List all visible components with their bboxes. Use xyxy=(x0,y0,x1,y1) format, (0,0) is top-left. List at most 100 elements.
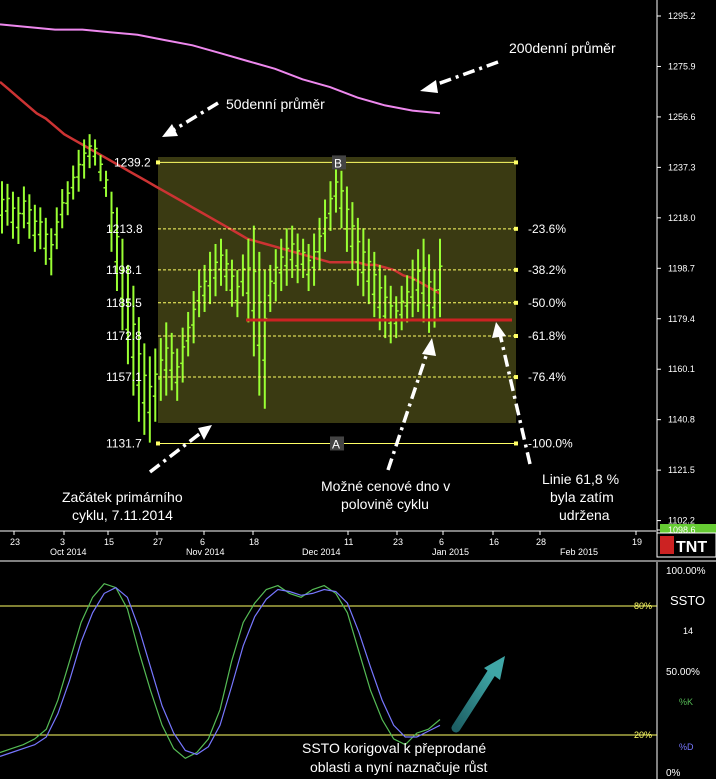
osc-tick-50: 50.00% xyxy=(666,667,700,678)
fib-handle xyxy=(514,226,518,231)
fib-handle xyxy=(156,441,160,446)
ssto-name: SSTO xyxy=(670,593,705,608)
fib-point-b: B xyxy=(334,156,342,170)
fib-level-price: 1185.5 xyxy=(106,296,142,310)
fib-handle xyxy=(156,160,160,165)
fib-handle xyxy=(514,441,518,446)
tnt-logo: TNT xyxy=(656,532,716,558)
x-tick-label: 11 xyxy=(344,537,353,547)
bottom-label-line1: Možné cenové dno v xyxy=(321,478,450,494)
price-bar xyxy=(76,149,82,192)
bottom-label-line2: polovině cyklu xyxy=(341,496,429,512)
x-month-label: Nov 2014 xyxy=(186,547,225,557)
fib-label-line2: byla zatím xyxy=(550,489,614,505)
price-bar xyxy=(70,165,76,200)
price-axis-label: 1198.7 xyxy=(668,263,695,273)
fib-handle xyxy=(514,267,518,272)
x-tick-label: 23 xyxy=(393,537,403,547)
price-bar xyxy=(15,196,21,244)
fib-handle xyxy=(514,375,518,380)
fib-level-pct: -100.0% xyxy=(528,436,573,450)
price-bar xyxy=(59,189,65,229)
x-tick-label: 15 xyxy=(104,537,114,547)
x-tick-label: 3 xyxy=(60,537,65,547)
x-month-label: Dec 2014 xyxy=(302,547,341,557)
price-bar xyxy=(114,207,120,292)
price-bar xyxy=(4,183,10,226)
fib-level-pct: -23.6% xyxy=(528,222,566,236)
price-axis-label: 1140.8 xyxy=(668,415,695,425)
osc-80-label: 80% xyxy=(634,601,652,611)
fib-handle xyxy=(514,300,518,305)
price-axis-label: 1256.6 xyxy=(668,112,696,122)
x-month-label: Feb 2015 xyxy=(560,547,598,557)
x-tick-label: 18 xyxy=(249,537,259,547)
ma200-line xyxy=(0,23,441,115)
price-bar xyxy=(26,194,32,239)
price-bar xyxy=(103,170,109,197)
fib-level-pct: -38.2% xyxy=(528,263,566,277)
ma200-label: 200denní průměr xyxy=(509,40,616,56)
price-axis-label: 1237.3 xyxy=(668,162,696,172)
price-bar xyxy=(125,264,131,365)
x-tick-label: 6 xyxy=(439,537,444,547)
x-tick-label: 19 xyxy=(632,537,642,547)
price-axis-label: 1121.5 xyxy=(668,465,695,475)
fib-handle xyxy=(514,160,518,165)
fib-level-pct: -61.8% xyxy=(528,329,566,343)
teal-up-arrow xyxy=(451,656,505,733)
x-tick-label: 28 xyxy=(536,537,546,547)
ssto-k-line xyxy=(0,583,441,760)
price-bar xyxy=(48,228,54,276)
price-bar xyxy=(43,217,49,265)
fib-top-price: 1239.2 xyxy=(114,155,151,169)
price-bar xyxy=(10,191,16,239)
fib-level-price: 1198.1 xyxy=(106,263,142,277)
fib-point-a: A xyxy=(332,437,340,451)
price-bar xyxy=(37,207,43,250)
fib-label-line1: Linie 61,8 % xyxy=(542,471,619,487)
price-bar xyxy=(0,181,5,234)
logo-text: TNT xyxy=(676,539,707,556)
arrow-ma50 xyxy=(162,101,219,137)
price-bar xyxy=(87,134,93,169)
x-tick-label: 16 xyxy=(489,537,499,547)
osc-20-label: 20% xyxy=(634,730,652,740)
price-axis-label: 1295.2 xyxy=(668,11,696,21)
price-bar xyxy=(65,181,71,216)
price-bar xyxy=(54,207,60,250)
fib-level-price: 1157.1 xyxy=(106,370,142,384)
x-tick-label: 23 xyxy=(10,537,20,547)
fib-level-pct: -76.4% xyxy=(528,370,566,384)
price-axis-label: 1160.1 xyxy=(668,364,695,374)
ssto-k-label: %K xyxy=(679,697,693,707)
start-label-line1: Začátek primárního xyxy=(62,489,183,505)
price-bar xyxy=(152,348,158,422)
price-bar xyxy=(147,356,153,443)
price-axis-label: 1218.0 xyxy=(668,213,696,223)
osc-tick-100: 100.00% xyxy=(666,566,706,577)
osc-tick-0: 0% xyxy=(666,768,681,779)
fib-box xyxy=(158,157,516,423)
ssto-d-label: %D xyxy=(679,742,694,752)
price-bar xyxy=(141,343,147,435)
price-bar xyxy=(119,238,125,331)
price-bar xyxy=(98,155,104,182)
ssto-period: 14 xyxy=(683,626,693,636)
fib-level-price: 1131.7 xyxy=(106,436,142,450)
fib-level-price: 1213.8 xyxy=(106,222,143,236)
x-month-label: Oct 2014 xyxy=(50,547,87,557)
ssto-annotation-line1: SSTO korigoval k přeprodané xyxy=(302,740,486,756)
fib-label-line3: udržena xyxy=(559,507,610,523)
price-axis-label: 1179.4 xyxy=(668,314,695,324)
chart-canvas: 1239.2 B 1213.8 -23.6% 1198.1 -38.2% 1185.5 -50… xyxy=(0,0,716,779)
arrow-ma200 xyxy=(420,60,499,93)
fib-level-pct: -50.0% xyxy=(528,296,566,310)
arrow-start xyxy=(148,425,212,474)
ma50-label: 50denní průměr xyxy=(226,96,325,112)
x-tick-label: 6 xyxy=(200,537,205,547)
price-axis-label: 1275.9 xyxy=(668,61,696,71)
price-bar xyxy=(21,186,27,229)
chart-svg: 1239.2 B 1213.8 -23.6% 1198.1 -38.2% 1185.5 -50… xyxy=(0,0,716,779)
fib-handle xyxy=(514,334,518,339)
